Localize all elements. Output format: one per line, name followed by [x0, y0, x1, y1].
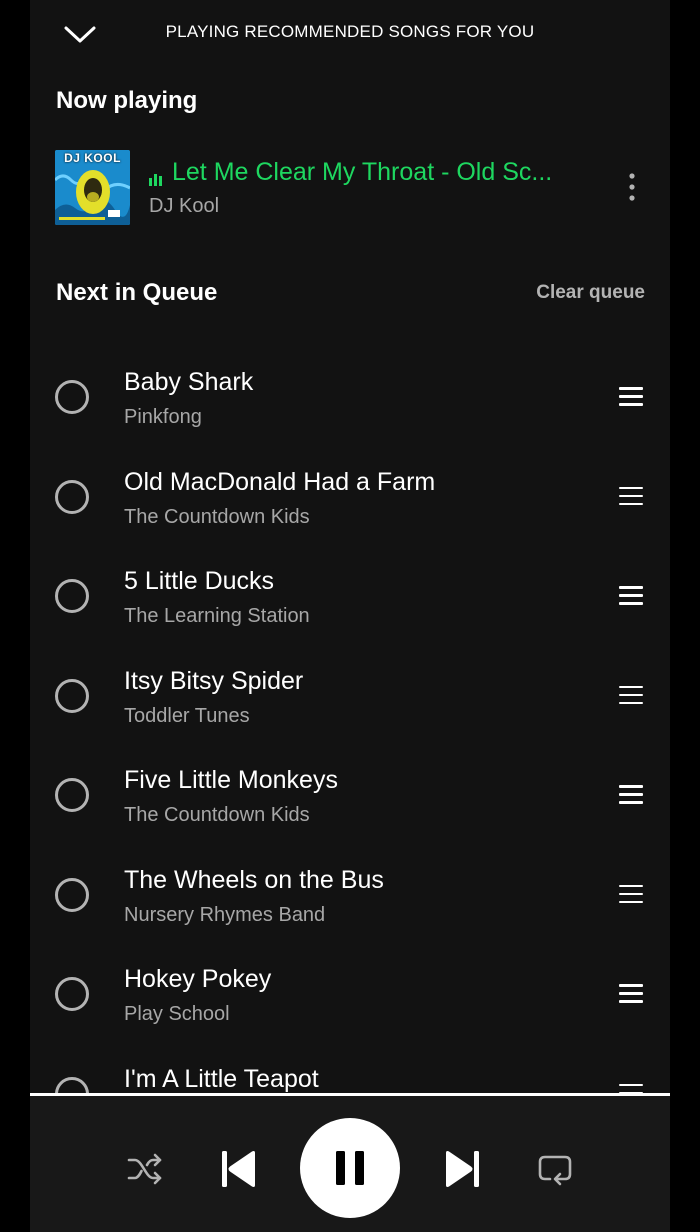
select-track-radio[interactable] [55, 579, 89, 613]
drag-handle-icon[interactable] [619, 486, 645, 507]
previous-button[interactable] [220, 1149, 258, 1189]
queue-track-artist: The Countdown Kids [124, 505, 310, 528]
equalizer-icon [149, 157, 164, 186]
clear-queue-button[interactable]: Clear queue [536, 282, 645, 304]
context-title: PLAYING RECOMMENDED SONGS FOR YOU [165, 22, 535, 41]
select-track-radio[interactable] [55, 380, 89, 414]
queue-row[interactable]: 5 Little Ducks The Learning Station [30, 549, 670, 648]
drag-handle-icon[interactable] [619, 1083, 645, 1093]
queue-row[interactable]: The Wheels on the Bus Nursery Rhymes Ban… [30, 848, 670, 947]
now-playing-title[interactable]: Let Me Clear My Throat - Old Sc... [149, 157, 559, 187]
queue-track-artist: Pinkfong [124, 406, 202, 428]
select-track-radio[interactable] [55, 678, 89, 713]
queue-track-title: Hokey Pokey [124, 965, 272, 993]
pause-button[interactable] [300, 1118, 400, 1218]
drag-handle-icon[interactable] [619, 685, 645, 706]
queue-track-title: Baby Shark [124, 368, 254, 396]
queue-list[interactable]: Baby Shark Pinkfong Old MacDonald Had a … [30, 350, 670, 1093]
queue-track-artist: The Learning Station [124, 605, 310, 627]
now-playing-title-text: Let Me Clear My Throat - Old Sc... [172, 158, 553, 186]
queue-row[interactable]: Five Little Monkeys The Countdown Kids [30, 748, 670, 847]
queue-track-artist: Play School [124, 1003, 230, 1025]
queue-track-title: Five Little Monkeys [124, 766, 338, 794]
album-art-label: DJ KOOL [64, 151, 121, 165]
queue-row[interactable]: Baby Shark Pinkfong [30, 350, 670, 449]
queue-track-title: Old MacDonald Had a Farm [124, 467, 436, 496]
queue-row[interactable]: Hokey Pokey Play School [30, 947, 670, 1046]
repeat-button[interactable] [536, 1150, 574, 1188]
queue-track-title: Itsy Bitsy Spider [124, 666, 304, 695]
queue-track-artist: Toddler Tunes [124, 704, 250, 727]
drag-handle-icon[interactable] [619, 884, 645, 905]
drag-handle-icon[interactable] [619, 387, 645, 407]
shuffle-button[interactable] [126, 1150, 164, 1188]
select-track-radio[interactable] [55, 877, 89, 912]
select-track-radio[interactable] [55, 1076, 89, 1093]
queue-heading: Next in Queue [56, 279, 218, 306]
drag-handle-icon[interactable] [619, 984, 645, 1004]
select-track-radio[interactable] [55, 778, 89, 812]
drag-handle-icon[interactable] [619, 785, 645, 805]
queue-row[interactable]: I'm A Little Teapot [30, 1047, 670, 1093]
select-track-radio[interactable] [55, 479, 89, 514]
next-icon [446, 1151, 479, 1187]
queue-track-title: The Wheels on the Bus [124, 865, 384, 894]
queue-track-artist: The Countdown Kids [124, 804, 310, 826]
previous-icon [222, 1151, 255, 1187]
queue-row[interactable]: Old MacDonald Had a Farm The Countdown K… [30, 450, 670, 549]
more-vertical-icon [629, 173, 635, 201]
player-controls [30, 1096, 670, 1232]
drag-handle-icon[interactable] [619, 586, 645, 606]
queue-track-title: 5 Little Ducks [124, 567, 275, 595]
pause-icon [336, 1151, 364, 1185]
select-track-radio[interactable] [55, 977, 89, 1011]
queue-track-artist: Nursery Rhymes Band [124, 903, 326, 926]
repeat-icon [538, 1155, 572, 1186]
queue-row[interactable]: Itsy Bitsy Spider Toddler Tunes [30, 649, 670, 748]
queue-screen: PLAYING RECOMMENDED SONGS FOR YOU Now pl… [30, 0, 670, 1232]
more-options-button[interactable] [617, 168, 647, 208]
queue-track-title: I'm A Little Teapot [124, 1064, 319, 1093]
next-button[interactable] [443, 1149, 481, 1189]
album-art[interactable]: DJ KOOL [55, 150, 130, 225]
now-playing-heading: Now playing [56, 87, 198, 114]
shuffle-icon [127, 1153, 162, 1185]
now-playing-artist: DJ Kool [149, 195, 220, 217]
